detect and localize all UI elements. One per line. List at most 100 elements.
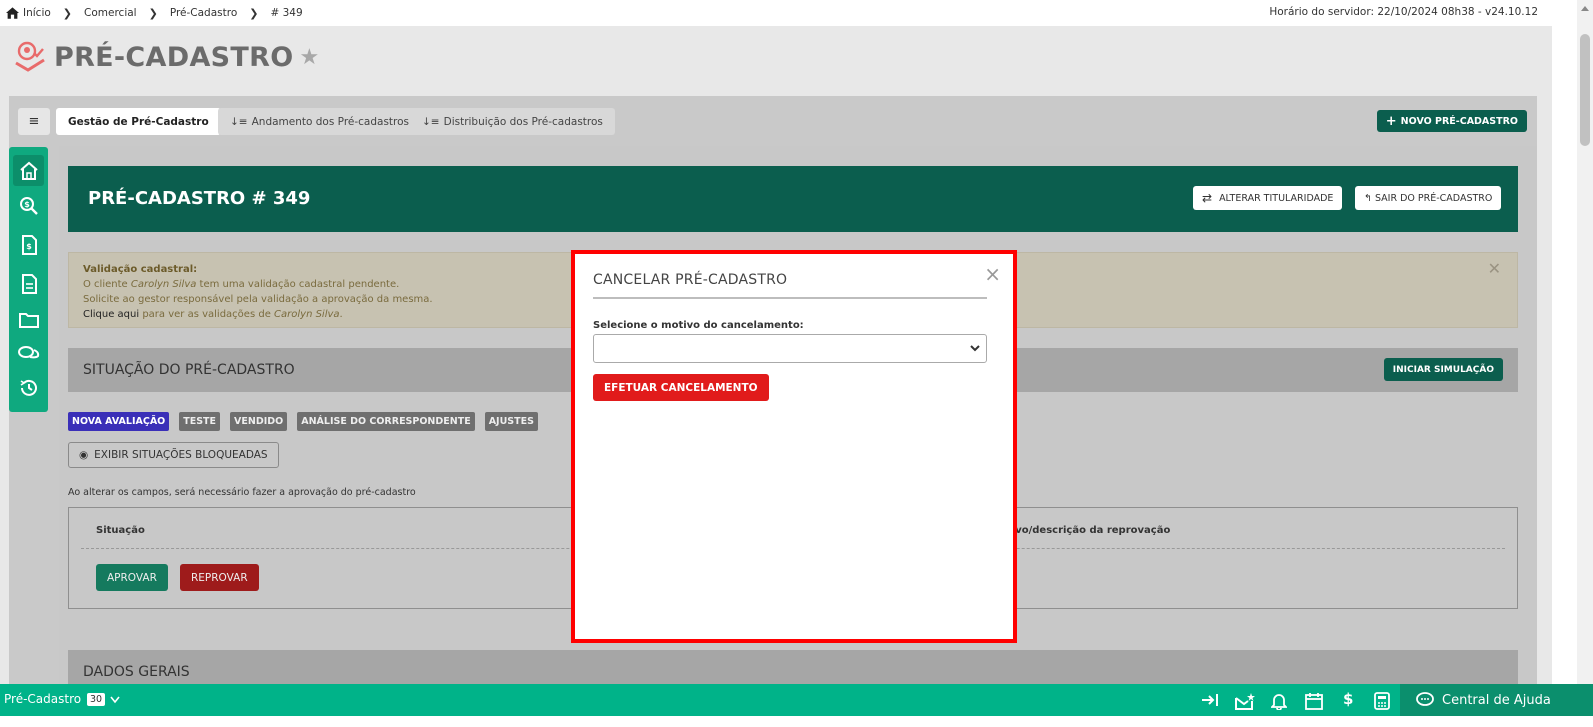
calculator-icon[interactable] <box>1374 692 1390 710</box>
situation-badges: NOVA AVALIAÇÃO TESTE VENDIDO ANÁLISE DO … <box>68 412 538 431</box>
approve-button[interactable]: APROVAR <box>96 564 168 591</box>
breadcrumb-item-comercial[interactable]: Comercial <box>84 7 137 19</box>
page-title-text: PRÉ-CADASTRO <box>54 41 294 73</box>
svg-text:$: $ <box>24 200 30 209</box>
help-center-label: Central de Ajuda <box>1442 692 1551 708</box>
server-time: Horário do servidor: 22/10/2024 08h38 - … <box>1269 6 1538 18</box>
scroll-thumb[interactable] <box>1580 34 1590 146</box>
new-pre-cadastro-button[interactable]: + NOVO PRÉ-CADASTRO <box>1376 110 1527 132</box>
history-icon <box>20 379 37 396</box>
alert-title: Validação cadastral: <box>83 264 198 275</box>
badge-ajustes[interactable]: AJUSTES <box>484 412 538 431</box>
nav-history[interactable] <box>13 372 44 403</box>
modal-title: CANCELAR PRÉ-CADASTRO <box>593 272 788 288</box>
confirm-cancel-button[interactable]: EFETUAR CANCELAMENTO <box>593 374 769 401</box>
bottom-bar: Pré-Cadastro 30 $ Central de Ajuda <box>0 684 1593 716</box>
start-simulation-button[interactable]: INICIAR SIMULAÇÃO <box>1383 358 1503 381</box>
module-name[interactable]: Pré-Cadastro <box>4 692 81 706</box>
home-icon <box>6 7 19 19</box>
bottom-strip <box>0 716 1593 727</box>
cancel-modal: CANCELAR PRÉ-CADASTRO × Selecione o moti… <box>571 250 1017 643</box>
mail-star-icon[interactable] <box>1235 692 1255 710</box>
folder-icon <box>18 312 39 328</box>
tab-andamento[interactable]: ↓≡ Andamento dos Pré-cadastros <box>218 108 422 135</box>
general-title: DADOS GERAIS <box>83 664 190 680</box>
new-button-label: NOVO PRÉ-CADASTRO <box>1400 115 1518 127</box>
badge-nova-avaliacao[interactable]: NOVA AVALIAÇÃO <box>68 412 170 431</box>
svg-text:$: $ <box>26 242 32 251</box>
change-owner-label: ALTERAR TITULARIDADE <box>1219 192 1334 204</box>
chevron-right-icon: ❯ <box>148 6 158 20</box>
alert-line1-pre: O cliente <box>83 279 131 290</box>
collapse-right-icon[interactable] <box>1201 692 1219 708</box>
nav-search-money[interactable]: $ <box>13 190 44 221</box>
start-simulation-label: INICIAR SIMULAÇÃO <box>1392 364 1494 375</box>
alert-line1-post: tem uma validação cadastral pendente. <box>196 279 400 290</box>
record-header: PRÉ-CADASTRO # 349 ⇄ ALTERAR TITULARIDADE… <box>68 166 1518 232</box>
cancel-reason-label: Selecione o motivo do cancelamento: <box>593 320 804 331</box>
show-blocked-label: EXIBIR SITUAÇÕES BLOQUEADAS <box>94 449 268 461</box>
reject-label: REPROVAR <box>191 571 248 584</box>
eye-icon: ◉ <box>79 449 89 461</box>
page-title: PRÉ-CADASTRO ★ <box>14 41 319 73</box>
bell-icon[interactable] <box>1271 692 1287 710</box>
reject-button[interactable]: REPROVAR <box>180 564 259 591</box>
modal-divider <box>593 297 987 299</box>
confirm-cancel-label: EFETUAR CANCELAMENTO <box>604 381 758 394</box>
alert-line3-end: . <box>339 309 343 320</box>
chevron-right-icon: ❯ <box>62 6 73 20</box>
record-title: PRÉ-CADASTRO # 349 <box>88 188 311 209</box>
tab-gestao[interactable]: Gestão de Pré-Cadastro <box>56 108 221 135</box>
tab-distribuicao[interactable]: ↓≡ Distribuição dos Pré-cadastros <box>410 108 615 135</box>
star-icon[interactable]: ★ <box>299 45 319 70</box>
hamburger-icon: ≡ <box>28 114 40 129</box>
chevron-right-icon: ❯ <box>249 6 259 20</box>
calendar-icon[interactable] <box>1305 692 1323 710</box>
swap-icon: ⇄ <box>1202 191 1213 205</box>
search-dollar-icon: $ <box>19 196 38 215</box>
badge-teste[interactable]: TESTE <box>179 412 221 431</box>
alert-client-name: Carolyn Silva <box>130 279 197 290</box>
situation-title: SITUAÇÃO DO PRÉ-CADASTRO <box>83 362 295 378</box>
help-chat-icon <box>1416 692 1434 706</box>
home-icon <box>19 161 38 180</box>
change-owner-button[interactable]: ⇄ ALTERAR TITULARIDADE <box>1193 186 1343 210</box>
invoice-icon: $ <box>21 234 37 255</box>
breadcrumb-item-home[interactable]: Início <box>23 7 51 19</box>
scroll-up-icon[interactable] <box>1581 6 1589 11</box>
module-count: 30 <box>87 693 106 706</box>
alert-line2: Solicite ao gestor responsável pela vali… <box>83 294 433 305</box>
show-blocked-button[interactable]: ◉ EXIBIR SITUAÇÕES BLOQUEADAS <box>68 442 279 468</box>
col-reason: tivo/descrição da reprovação <box>1007 525 1171 536</box>
close-icon[interactable]: × <box>984 262 1001 286</box>
cancel-reason-select[interactable] <box>593 334 987 363</box>
tabs-bar: ≡ Gestão de Pré-Cadastro ↓≡ Andamento dos… <box>9 96 1537 146</box>
approve-label: APROVAR <box>107 571 157 584</box>
breadcrumb-bar: Início ❯ Comercial ❯ Pré-Cadastro ❯ # 34… <box>0 0 1552 26</box>
tab-label: Andamento dos Pré-cadastros <box>251 115 410 128</box>
pre-cadastro-icon <box>15 41 45 72</box>
chevron-down-icon[interactable] <box>110 696 120 704</box>
nav-invoice[interactable]: $ <box>13 229 44 260</box>
help-center-button[interactable]: Central de Ajuda <box>1400 684 1593 716</box>
alert-link[interactable]: Clique aqui <box>83 309 139 320</box>
chevron-down-icon <box>970 345 980 352</box>
exit-button[interactable]: ↰ SAIR DO PRÉ-CADASTRO <box>1355 186 1502 210</box>
nav-folder[interactable] <box>13 304 44 335</box>
badge-analise[interactable]: ANÁLISE DO CORRESPONDENTE <box>297 412 475 431</box>
scrollbar[interactable] <box>1577 0 1593 695</box>
sort-icon: ↓≡ <box>230 115 248 128</box>
badge-vendido[interactable]: VENDIDO <box>230 412 288 431</box>
approval-note: Ao alterar os campos, será necessário fa… <box>68 487 416 498</box>
menu-toggle-button[interactable]: ≡ <box>18 108 50 135</box>
chat-icon <box>17 345 39 358</box>
alert-close-icon[interactable]: ✕ <box>1488 261 1501 277</box>
dollar-icon[interactable]: $ <box>1343 690 1353 708</box>
back-icon: ↰ <box>1364 192 1372 204</box>
nav-chat[interactable] <box>13 338 44 369</box>
nav-document[interactable] <box>13 268 44 299</box>
breadcrumb-home[interactable]: Início <box>6 7 51 19</box>
breadcrumb-item-pre-cadastro[interactable]: Pré-Cadastro <box>170 7 237 19</box>
plus-icon: + <box>1385 113 1397 129</box>
nav-home[interactable] <box>13 155 44 186</box>
